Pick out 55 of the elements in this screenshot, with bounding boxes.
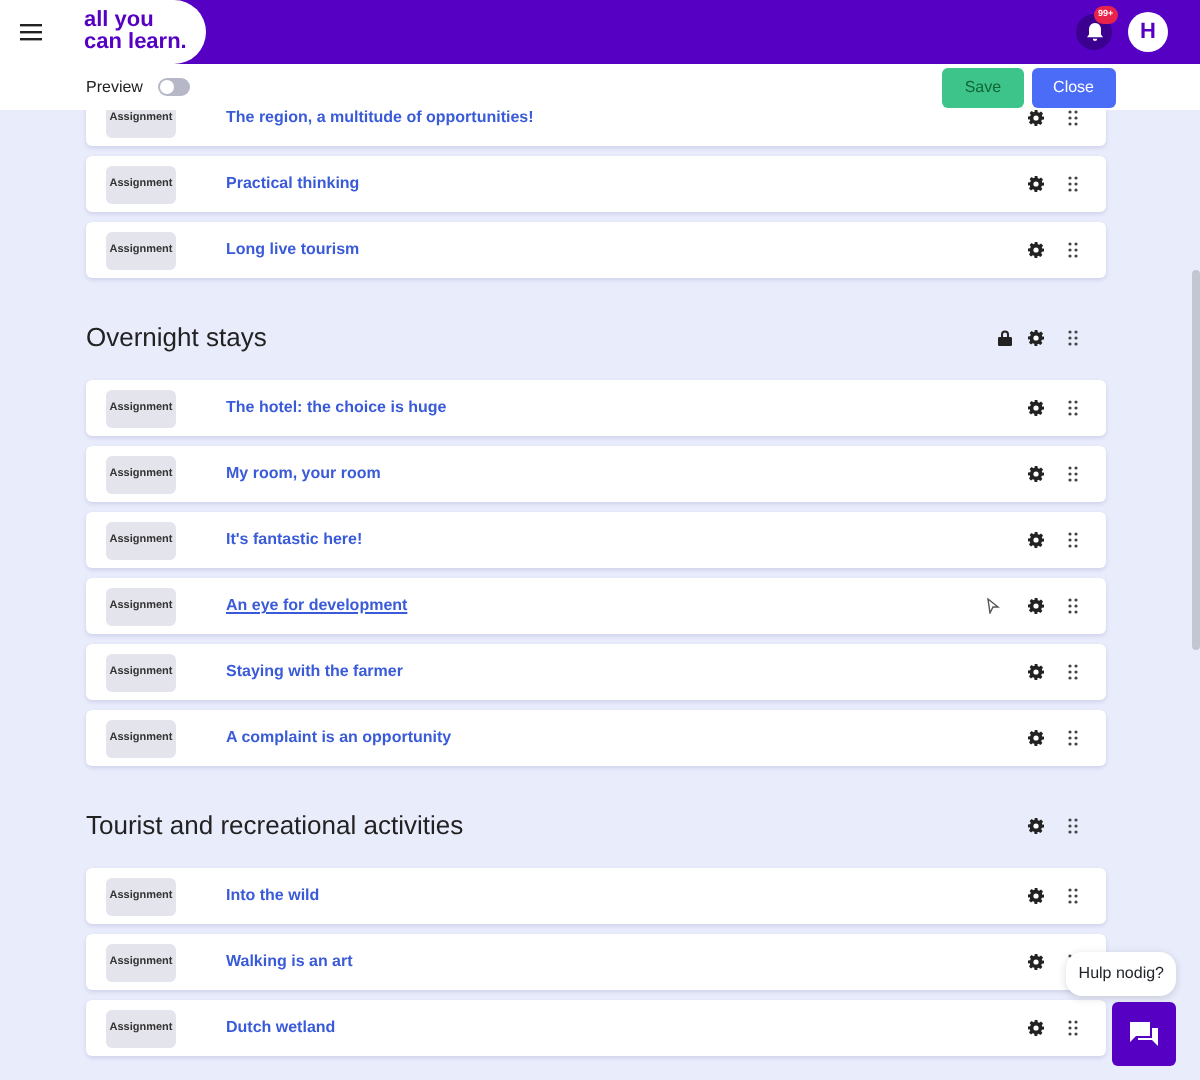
help-tooltip: Hulp nodig? <box>1066 952 1176 996</box>
gear-icon[interactable] <box>1028 598 1044 614</box>
item-link[interactable]: Walking is an art <box>226 950 353 974</box>
logo-text: all you <box>84 8 154 32</box>
drag-handle-icon[interactable] <box>1068 176 1078 192</box>
item-link[interactable]: Long live tourism <box>226 238 360 262</box>
gear-icon[interactable] <box>1028 532 1044 548</box>
section-title: Tourist and recreational activities <box>86 808 464 845</box>
save-button[interactable]: Save <box>942 68 1024 108</box>
item-link[interactable]: An eye for development <box>226 594 408 618</box>
logo-text: can learn. <box>84 30 187 54</box>
chat-icon <box>1130 1021 1158 1046</box>
gear-icon[interactable] <box>1028 818 1044 834</box>
gear-icon[interactable] <box>1028 954 1044 970</box>
cursor-icon <box>986 598 1000 614</box>
drag-handle-icon[interactable] <box>1068 242 1078 258</box>
drag-handle-icon[interactable] <box>1068 532 1078 548</box>
close-button[interactable]: Close <box>1031 68 1116 108</box>
avatar[interactable]: H <box>1128 12 1168 52</box>
preview-label: Preview <box>86 75 143 99</box>
scrollbar-thumb[interactable] <box>1192 270 1200 650</box>
item-link[interactable]: Into the wild <box>226 884 320 908</box>
preview-toggle[interactable] <box>158 78 191 96</box>
gear-icon[interactable] <box>1028 110 1044 126</box>
bell-icon <box>1085 22 1103 42</box>
drag-handle-icon[interactable] <box>1068 664 1078 680</box>
drag-handle-icon[interactable] <box>1068 330 1078 346</box>
item-link[interactable]: A complaint is an opportunity <box>226 726 452 750</box>
drag-handle-icon[interactable] <box>1068 598 1078 614</box>
gear-icon[interactable] <box>1028 1020 1044 1036</box>
chat-button[interactable] <box>1112 1002 1176 1066</box>
drag-handle-icon[interactable] <box>1068 730 1078 746</box>
item-link[interactable]: My room, your room <box>226 462 381 486</box>
item-link[interactable]: Practical thinking <box>226 172 360 196</box>
item-link[interactable]: The region, a multitude of opportunities! <box>226 110 534 130</box>
gear-icon[interactable] <box>1028 466 1044 482</box>
section-title: Overnight stays <box>86 320 267 357</box>
gear-icon[interactable] <box>1028 242 1044 258</box>
gear-icon[interactable] <box>1028 400 1044 416</box>
gear-icon[interactable] <box>1028 888 1044 904</box>
drag-handle-icon[interactable] <box>1068 888 1078 904</box>
gear-icon[interactable] <box>1028 330 1044 346</box>
item-link[interactable]: Staying with the farmer <box>226 660 403 684</box>
gear-icon[interactable] <box>1028 176 1044 192</box>
drag-handle-icon[interactable] <box>1068 818 1078 834</box>
drag-handle-icon[interactable] <box>1068 110 1078 126</box>
gear-icon[interactable] <box>1028 730 1044 746</box>
item-link[interactable]: Dutch wetland <box>226 1016 336 1040</box>
drag-handle-icon[interactable] <box>1068 466 1078 482</box>
item-link[interactable]: It's fantastic here! <box>226 528 363 552</box>
gear-icon[interactable] <box>1028 664 1044 680</box>
item-link[interactable]: The hotel: the choice is huge <box>226 396 447 420</box>
drag-handle-icon[interactable] <box>1068 1020 1078 1036</box>
drag-handle-icon[interactable] <box>1068 400 1078 416</box>
lock-icon[interactable] <box>998 330 1012 346</box>
